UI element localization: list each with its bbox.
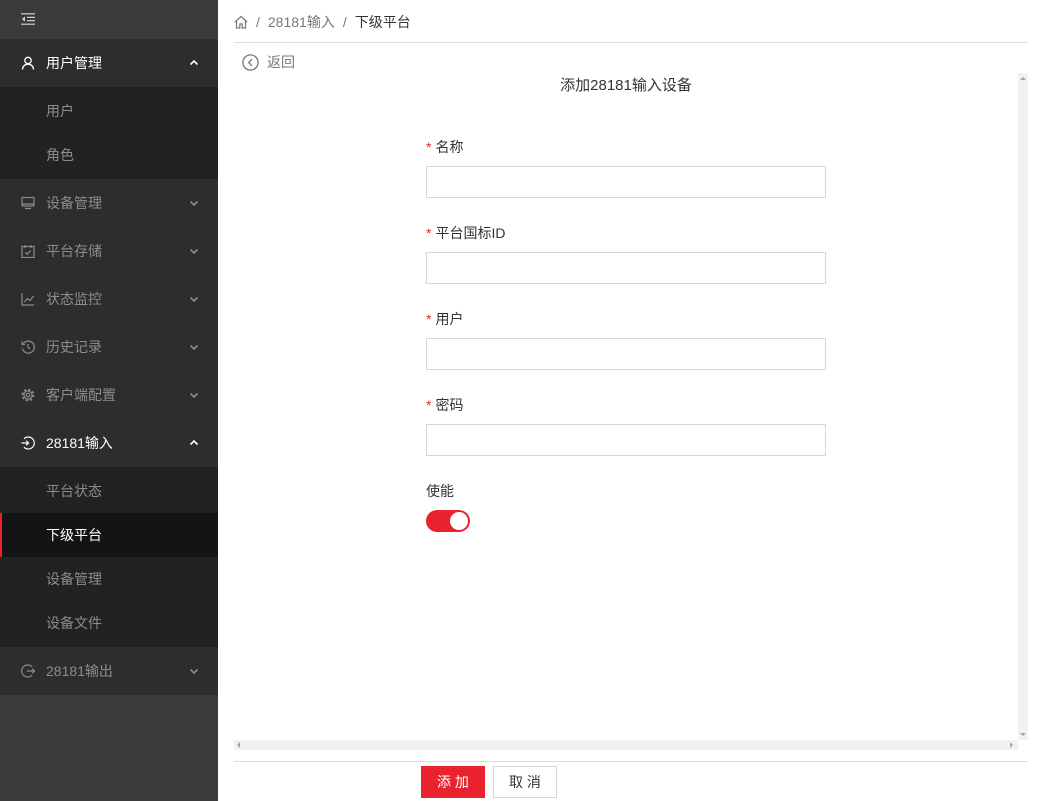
- menu-label: 客户端配置: [46, 387, 116, 403]
- vertical-scrollbar[interactable]: [1018, 73, 1028, 740]
- form-footer: 添 加 取 消: [421, 766, 565, 798]
- field-platform-gb-id: * 平台国标ID: [426, 223, 826, 284]
- name-input[interactable]: [426, 166, 826, 198]
- calendar-check-icon: [21, 244, 35, 258]
- required-mark: *: [426, 139, 432, 155]
- logout-icon: [21, 664, 35, 678]
- platform-gb-id-input[interactable]: [426, 252, 826, 284]
- main-content: / 28181输入 / 下级平台 返回 添加28181输入设备 * 名称 * 平台国…: [218, 0, 1040, 801]
- cancel-button[interactable]: 取 消: [493, 766, 557, 798]
- field-password: * 密码: [426, 395, 826, 456]
- submenu-28181-input: 平台状态 下级平台 设备管理 设备文件: [0, 467, 218, 647]
- sidebar-header: [0, 0, 218, 39]
- submenu-user-management: 用户 角色: [0, 87, 218, 179]
- scroll-down-arrow-icon[interactable]: [1020, 733, 1026, 736]
- submenu-item-role[interactable]: 角色: [0, 133, 218, 177]
- switch-knob: [450, 512, 468, 530]
- form-panel-content: 添加28181输入设备 * 名称 * 平台国标ID * 用户 * 密码 使能: [234, 73, 1018, 740]
- gear-icon: [21, 388, 35, 402]
- line-chart-icon: [21, 292, 35, 306]
- submenu-item-user[interactable]: 用户: [0, 89, 218, 133]
- sidebar: 用户管理 用户 角色 设备管理 平台存储 状态监控 历史记录 客户端配置 281…: [0, 0, 218, 801]
- menu-label: 平台存储: [46, 243, 102, 259]
- chevron-up-icon: [189, 59, 199, 67]
- user-icon: [21, 56, 35, 70]
- menu-label: 设备管理: [46, 195, 102, 211]
- required-mark: *: [426, 397, 432, 413]
- menu-label: 28181输入: [46, 435, 113, 451]
- field-name: * 名称: [426, 137, 826, 198]
- menu-fold-icon[interactable]: [21, 13, 35, 25]
- breadcrumb-separator: /: [342, 14, 347, 30]
- breadcrumb: / 28181输入 / 下级平台: [234, 12, 411, 32]
- field-label-text: 用户: [435, 311, 464, 327]
- field-label-text: 使能: [426, 483, 454, 499]
- field-label: 使能: [426, 481, 826, 501]
- field-enable: 使能: [426, 481, 826, 532]
- breadcrumb-divider: [234, 42, 1028, 43]
- back-label: 返回: [267, 54, 295, 70]
- menu-history[interactable]: 历史记录: [0, 323, 218, 371]
- menu-label: 状态监控: [46, 291, 102, 307]
- user-input[interactable]: [426, 338, 826, 370]
- form-scroll-panel: 添加28181输入设备 * 名称 * 平台国标ID * 用户 * 密码 使能: [234, 73, 1028, 750]
- required-mark: *: [426, 311, 432, 327]
- required-mark: *: [426, 225, 432, 241]
- back-circle-icon: [242, 53, 259, 71]
- submenu-item-lower-platform[interactable]: 下级平台: [0, 513, 218, 557]
- field-label: * 平台国标ID: [426, 223, 826, 243]
- field-label: * 名称: [426, 137, 826, 157]
- password-input[interactable]: [426, 424, 826, 456]
- enable-switch[interactable]: [426, 510, 470, 532]
- field-label-text: 平台国标ID: [435, 225, 506, 241]
- horizontal-scrollbar[interactable]: [234, 740, 1018, 750]
- breadcrumb-item-current: 下级平台: [354, 14, 411, 30]
- add-button[interactable]: 添 加: [421, 766, 485, 798]
- field-label: * 用户: [426, 309, 826, 329]
- field-label-text: 名称: [435, 139, 464, 155]
- device-form: * 名称 * 平台国标ID * 用户 * 密码 使能: [426, 137, 826, 532]
- sidebar-menu: 用户管理 用户 角色 设备管理 平台存储 状态监控 历史记录 客户端配置 281…: [0, 39, 218, 695]
- field-label: * 密码: [426, 395, 826, 415]
- monitor-icon: [21, 196, 35, 210]
- submenu-item-device-files[interactable]: 设备文件: [0, 601, 218, 645]
- scrollbar-corner: [1018, 740, 1028, 750]
- menu-status-monitor[interactable]: 状态监控: [0, 275, 218, 323]
- scroll-right-arrow-icon[interactable]: [1010, 742, 1013, 748]
- chevron-down-icon: [189, 667, 199, 675]
- history-icon: [21, 340, 35, 354]
- menu-28181-output[interactable]: 28181输出: [0, 647, 218, 695]
- form-title: 添加28181输入设备: [560, 77, 692, 94]
- submenu-item-platform-status[interactable]: 平台状态: [0, 469, 218, 513]
- chevron-down-icon: [189, 391, 199, 399]
- breadcrumb-item-28181-input[interactable]: 28181输入: [268, 12, 335, 32]
- chevron-down-icon: [189, 343, 199, 351]
- menu-client-config[interactable]: 客户端配置: [0, 371, 218, 419]
- scroll-left-arrow-icon[interactable]: [237, 742, 240, 748]
- menu-label: 历史记录: [46, 339, 102, 355]
- submenu-item-device-management[interactable]: 设备管理: [0, 557, 218, 601]
- login-icon: [21, 436, 35, 450]
- scroll-up-arrow-icon[interactable]: [1020, 77, 1026, 80]
- chevron-down-icon: [189, 199, 199, 207]
- chevron-up-icon: [189, 439, 199, 447]
- field-user: * 用户: [426, 309, 826, 370]
- field-label-text: 密码: [435, 397, 464, 413]
- chevron-down-icon: [189, 295, 199, 303]
- menu-label: 28181输出: [46, 663, 113, 679]
- menu-28181-input[interactable]: 28181输入: [0, 419, 218, 467]
- menu-label: 用户管理: [46, 55, 102, 71]
- menu-user-management[interactable]: 用户管理: [0, 39, 218, 87]
- menu-platform-storage[interactable]: 平台存储: [0, 227, 218, 275]
- menu-device-management[interactable]: 设备管理: [0, 179, 218, 227]
- footer-divider: [234, 761, 1028, 762]
- breadcrumb-separator: /: [256, 14, 260, 30]
- back-button[interactable]: 返回: [242, 53, 295, 71]
- chevron-down-icon: [189, 247, 199, 255]
- home-icon[interactable]: [234, 15, 248, 29]
